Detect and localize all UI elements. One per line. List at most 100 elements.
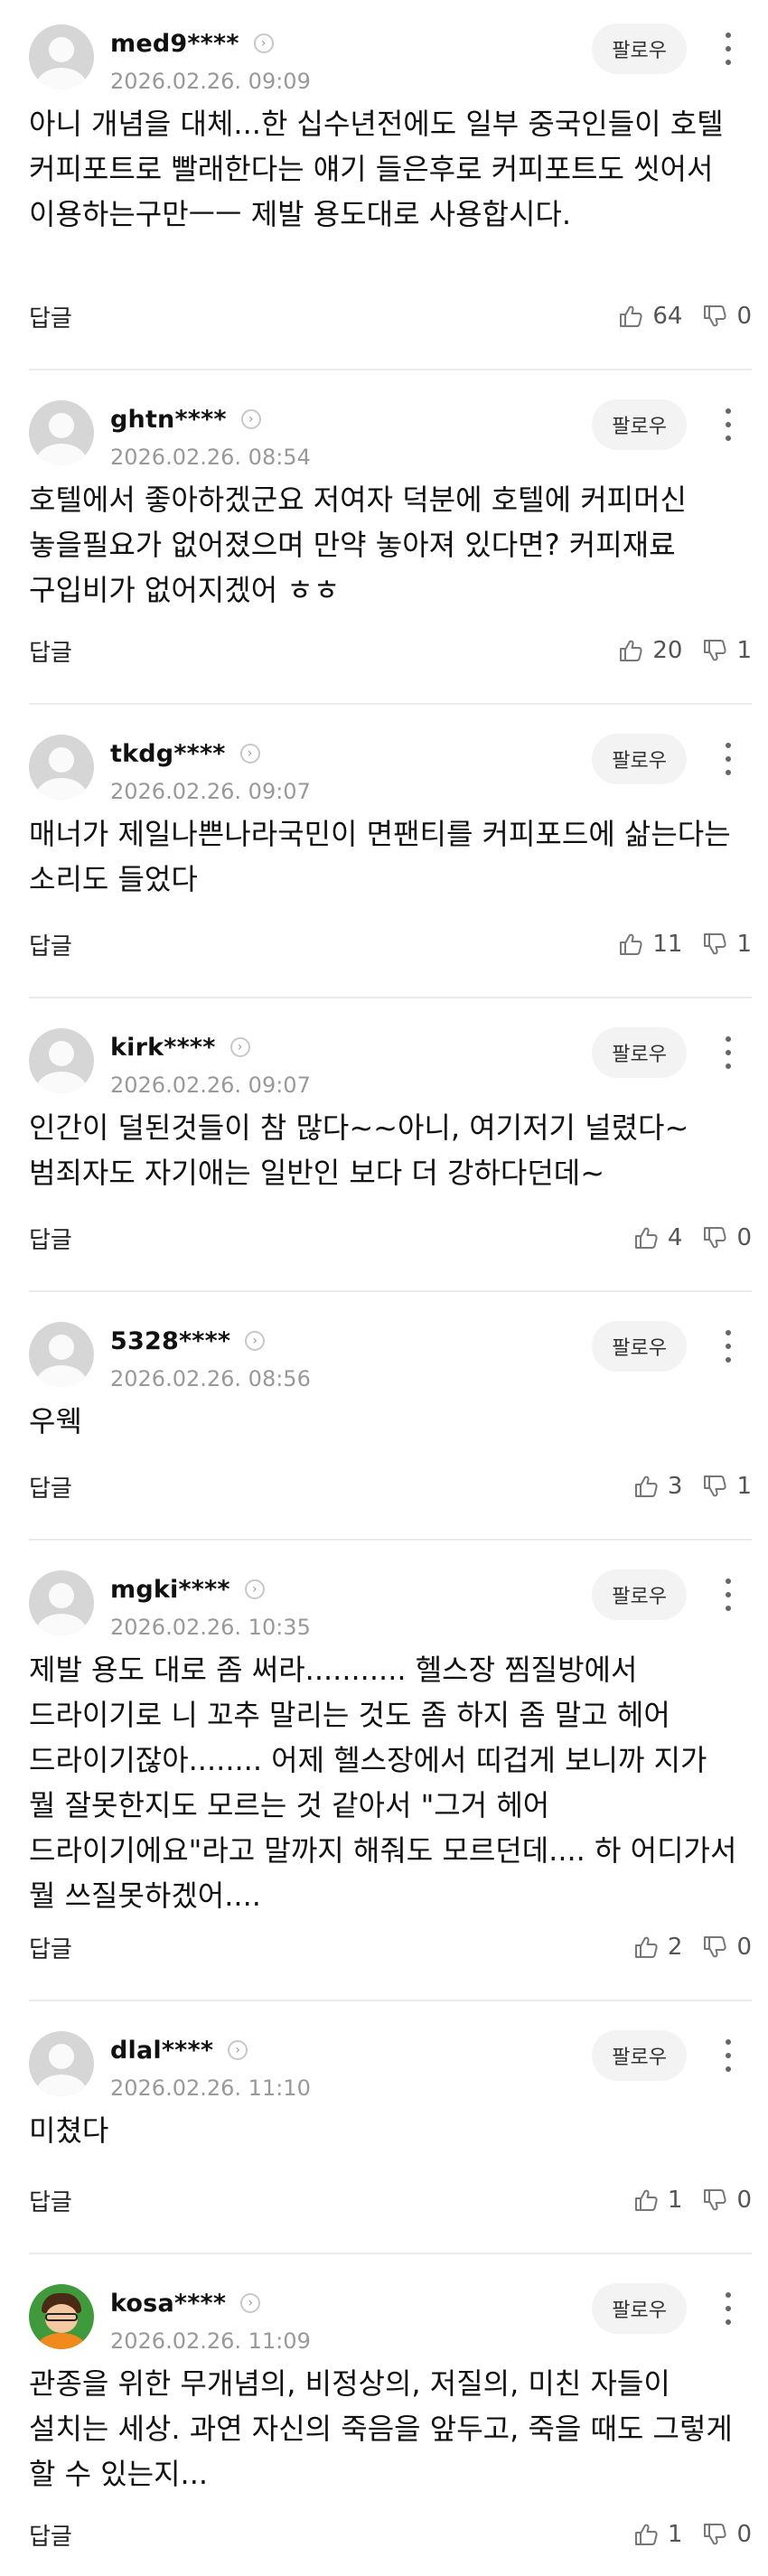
avatar[interactable] — [29, 2031, 94, 2096]
username[interactable]: dlal**** — [110, 2037, 213, 2065]
more-options-icon[interactable] — [717, 1326, 739, 1366]
more-options-icon[interactable] — [717, 2289, 739, 2328]
reply-button[interactable]: 답글 — [29, 1222, 72, 1255]
chevron-right-icon[interactable]: › — [245, 1331, 266, 1351]
comment-text: 우웩 — [29, 1404, 82, 1438]
comment-body-wrap: 관종을 위한 무개념의, 비정상의, 저질의, 미친 자들이 설치는 세상. 과… — [0, 2361, 768, 2496]
username[interactable]: kirk**** — [110, 1034, 216, 1062]
dislike-button[interactable]: 0 — [702, 2521, 752, 2548]
user-info[interactable]: med9**** › — [110, 22, 274, 65]
comment-item: ghtn**** › 2026.02.26. 08:54 팔로우 — [0, 398, 768, 479]
comment-timestamp: 2026.02.26. 11:09 — [110, 2328, 311, 2354]
dislike-button[interactable]: 0 — [702, 303, 752, 330]
username[interactable]: med9**** — [110, 30, 239, 58]
more-options-icon[interactable] — [717, 2036, 739, 2075]
follow-button[interactable]: 팔로우 — [592, 734, 687, 784]
like-button[interactable]: 2 — [633, 1934, 682, 1961]
chevron-right-icon[interactable]: › — [240, 409, 261, 429]
more-options-icon[interactable] — [717, 405, 739, 445]
follow-button[interactable]: 팔로우 — [592, 1027, 687, 1078]
avatar[interactable] — [29, 24, 94, 89]
dislike-button[interactable]: 0 — [702, 1934, 752, 1961]
dislike-count: 0 — [736, 2187, 752, 2214]
reply-button[interactable]: 답글 — [29, 928, 72, 961]
thumbs-up-icon — [633, 1934, 659, 1960]
follow-button[interactable]: 팔로우 — [592, 1321, 687, 1372]
user-info[interactable]: ghtn**** › — [110, 398, 261, 441]
chevron-right-icon[interactable]: › — [228, 2040, 248, 2060]
comment-divider — [29, 2000, 752, 2001]
chevron-right-icon[interactable]: › — [244, 1579, 265, 1599]
comment-text: 제발 용도 대로 좀 써라........... 헬스장 찜질방에서 드라이기로… — [29, 1653, 737, 1913]
avatar[interactable] — [29, 2284, 94, 2349]
comment-timestamp: 2026.02.26. 10:35 — [110, 1615, 311, 1640]
thumbs-down-icon — [702, 2187, 727, 2213]
follow-button[interactable]: 팔로우 — [592, 23, 687, 74]
chevron-right-icon[interactable]: › — [253, 33, 274, 53]
comment-item: tkdg**** › 2026.02.26. 09:07 팔로우 — [0, 732, 768, 813]
reply-button[interactable]: 답글 — [29, 634, 72, 668]
username[interactable]: ghtn**** — [110, 406, 227, 434]
reply-button[interactable]: 답글 — [29, 1931, 72, 1964]
username[interactable]: 5328**** — [110, 1327, 230, 1355]
avatar[interactable] — [29, 1570, 94, 1635]
more-options-icon[interactable] — [717, 739, 739, 779]
like-count: 4 — [667, 1224, 683, 1251]
like-button[interactable]: 64 — [618, 303, 682, 330]
comment-header: tkdg**** › 2026.02.26. 09:07 팔로우 — [29, 732, 739, 813]
like-button[interactable]: 4 — [633, 1224, 683, 1251]
dislike-button[interactable]: 1 — [702, 637, 752, 664]
user-info[interactable]: 5328**** › — [110, 1319, 266, 1363]
avatar[interactable] — [29, 735, 94, 800]
more-options-icon[interactable] — [717, 1033, 739, 1073]
thumbs-down-icon — [702, 304, 727, 329]
chevron-right-icon[interactable]: › — [239, 744, 260, 763]
follow-button[interactable]: 팔로우 — [592, 399, 687, 450]
user-info[interactable]: dlal**** › — [110, 2028, 248, 2072]
comment-divider — [29, 997, 752, 998]
comment-header: dlal**** › 2026.02.26. 11:10 팔로우 — [29, 2028, 739, 2110]
comment-actions: 답글 1 0 — [29, 2516, 752, 2553]
comment-item: med9**** › 2026.02.26. 09:09 팔로우 — [0, 22, 768, 103]
dislike-button[interactable]: 0 — [702, 1224, 752, 1251]
reply-button[interactable]: 답글 — [29, 2184, 72, 2217]
user-info[interactable]: kirk**** › — [110, 1026, 250, 1069]
dislike-button[interactable]: 1 — [702, 931, 752, 958]
follow-button[interactable]: 팔로우 — [592, 1569, 687, 1620]
comment-divider — [29, 703, 752, 705]
reply-button[interactable]: 답글 — [29, 1470, 72, 1503]
comment-body-wrap: 인간이 덜된것들이 참 많다~~아니, 여기저기 널렸다~ 범죄자도 자기애는 … — [0, 1105, 768, 1195]
thumbs-down-icon — [702, 1225, 727, 1251]
dislike-button[interactable]: 0 — [702, 2187, 752, 2214]
username[interactable]: mgki**** — [110, 1576, 230, 1604]
comment-text: 미쳤다 — [29, 2113, 109, 2148]
username[interactable]: kosa**** — [110, 2290, 226, 2318]
user-info[interactable]: mgki**** › — [110, 1568, 265, 1611]
comment-header: kosa**** › 2026.02.26. 11:09 팔로우 — [29, 2281, 739, 2363]
comment-timestamp: 2026.02.26. 08:54 — [110, 445, 311, 470]
follow-button[interactable]: 팔로우 — [592, 2283, 687, 2334]
comment-actions: 답글 1 0 — [29, 2182, 752, 2218]
chevron-right-icon[interactable]: › — [229, 1037, 250, 1057]
user-info[interactable]: kosa**** › — [110, 2281, 261, 2325]
like-button[interactable]: 3 — [633, 1473, 682, 1500]
comment-actions: 답글 20 1 — [29, 632, 752, 669]
more-options-icon[interactable] — [717, 29, 739, 69]
like-button[interactable]: 20 — [618, 637, 682, 664]
reply-button[interactable]: 답글 — [29, 300, 72, 333]
more-options-icon[interactable] — [717, 1575, 739, 1615]
reply-button[interactable]: 답글 — [29, 2518, 72, 2552]
avatar[interactable] — [29, 400, 94, 465]
follow-button[interactable]: 팔로우 — [592, 2030, 687, 2081]
comment-actions: 답글 64 0 — [29, 298, 752, 334]
like-button[interactable]: 1 — [633, 2187, 682, 2214]
dislike-button[interactable]: 1 — [702, 1473, 752, 1500]
chevron-right-icon[interactable]: › — [240, 2293, 261, 2313]
comment-item: 5328**** › 2026.02.26. 08:56 팔로우 — [0, 1319, 768, 1400]
username[interactable]: tkdg**** — [110, 740, 226, 768]
avatar[interactable] — [29, 1322, 94, 1387]
user-info[interactable]: tkdg**** › — [110, 732, 260, 775]
avatar[interactable] — [29, 1028, 94, 1093]
like-button[interactable]: 1 — [633, 2521, 682, 2548]
like-button[interactable]: 11 — [618, 931, 682, 958]
